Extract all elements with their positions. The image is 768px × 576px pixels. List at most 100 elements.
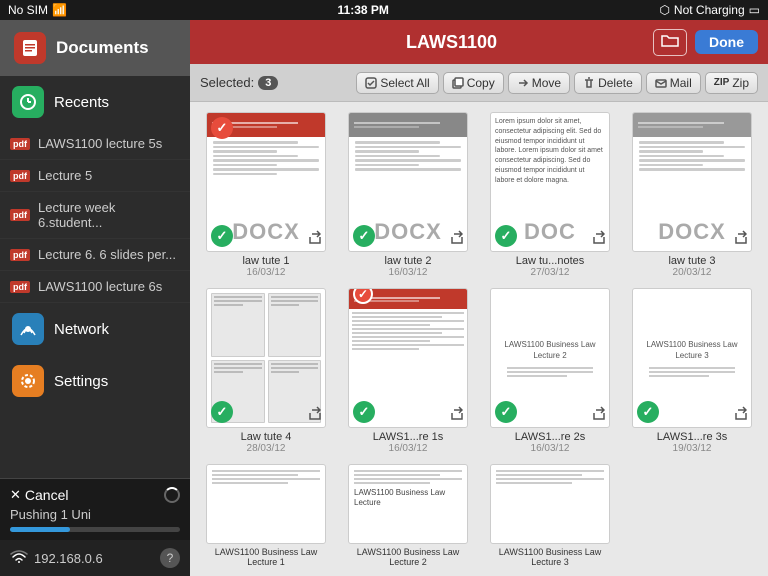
share-icon[interactable]	[307, 230, 321, 247]
file-date: 16/03/12	[247, 267, 286, 278]
list-item[interactable]: ✓ Law tute 4 28/03/12	[200, 288, 332, 454]
ip-address-label: 192.168.0.6	[34, 551, 103, 566]
share-icon[interactable]	[307, 406, 321, 423]
green-check-icon: ✓	[353, 401, 375, 423]
file-thumbnail: DOCX	[632, 112, 752, 252]
thumb-header	[633, 113, 751, 137]
pdf-badge-3: pdf	[10, 209, 30, 221]
pdf-badge-2: pdf	[10, 170, 30, 182]
copy-button[interactable]: Copy	[443, 72, 504, 94]
sidebar-pdf-item-5[interactable]: pdf LAWS1100 lecture 6s	[0, 271, 190, 303]
recents-icon	[12, 86, 44, 118]
file-name: Law tute 4	[241, 431, 292, 443]
list-item[interactable]: Lorem ipsum dolor sit amet, consectetur …	[484, 112, 616, 278]
list-item[interactable]: DOCX ✓ ✓ law tute 1 16/03/12	[200, 112, 332, 278]
sidebar-item-network[interactable]: Network	[0, 303, 190, 355]
share-icon[interactable]	[449, 230, 463, 247]
thumb-content	[633, 137, 751, 209]
title-bar: LAWS1100 Done	[190, 20, 768, 64]
selected-count-label: Selected: 3	[200, 75, 278, 90]
zip-button[interactable]: ZIP Zip	[705, 72, 758, 94]
push-progress-area: ✕ Cancel Pushing 1 Uni	[0, 479, 190, 540]
app-container: Documents Recents pdf LAWS1100 lecture 5…	[0, 20, 768, 576]
pdf-label-4: Lecture 6. 6 slides per...	[38, 247, 176, 262]
share-icon[interactable]	[733, 406, 747, 423]
file-name: law tute 1	[242, 255, 289, 267]
no-sim-label: No SIM	[8, 3, 48, 17]
title-bar-title: LAWS1100	[406, 32, 497, 53]
help-button[interactable]: ?	[160, 548, 180, 568]
sidebar-pdf-item-3[interactable]: pdf Lecture week 6.student...	[0, 192, 190, 239]
cancel-push-button[interactable]: ✕ Cancel	[10, 487, 69, 503]
sidebar-item-recents[interactable]: Recents	[0, 76, 190, 128]
progress-bar-track	[10, 527, 180, 532]
file-date: 16/03/12	[531, 443, 570, 454]
list-item[interactable]: LAWS1100 Business Law Lecture 3	[484, 464, 616, 567]
file-date: 28/03/12	[247, 443, 286, 454]
count-badge: 3	[258, 76, 278, 90]
list-item[interactable]: LAWS1100 Business LawLecture 2 ✓ LAWS1..…	[484, 288, 616, 454]
move-button[interactable]: Move	[508, 72, 570, 94]
file-name: LAWS1...re 3s	[657, 431, 728, 443]
file-date: 19/03/12	[673, 443, 712, 454]
share-icon[interactable]	[449, 406, 463, 423]
pdf-label-2: Lecture 5	[38, 168, 92, 183]
file-date: 16/03/12	[389, 443, 428, 454]
thumb-content	[349, 137, 467, 209]
done-button[interactable]: Done	[695, 30, 758, 54]
file-date: 16/03/12	[389, 267, 428, 278]
file-thumbnail	[490, 464, 610, 544]
sidebar-pdf-item-2[interactable]: pdf Lecture 5	[0, 160, 190, 192]
sidebar-pdf-item-4[interactable]: pdf Lecture 6. 6 slides per...	[0, 239, 190, 271]
file-thumbnail	[206, 464, 326, 544]
mail-button[interactable]: Mail	[646, 72, 701, 94]
pushing-label: Pushing 1 Uni	[10, 507, 180, 522]
file-thumbnail: LAWS1100 Business LawLecture 3 ✓	[632, 288, 752, 428]
sidebar-item-documents[interactable]: Documents	[0, 20, 190, 76]
toolbar: Selected: 3 Select All Copy Move Delete	[190, 64, 768, 102]
pdf-label-3: Lecture week 6.student...	[38, 200, 178, 230]
red-check-icon: ✓	[211, 117, 233, 139]
list-item[interactable]: LAWS1100 Business Law Lecture 1	[200, 464, 332, 567]
status-time: 11:38 PM	[338, 3, 389, 17]
pdf-badge-4: pdf	[10, 249, 30, 261]
list-item[interactable]: LAWS1100 Business LawLecture 3 ✓ LAWS1..…	[626, 288, 758, 454]
sidebar-spacer	[0, 407, 190, 478]
file-thumbnail: ✓	[206, 288, 326, 428]
title-bar-right: Done	[653, 29, 758, 56]
file-thumbnail: LAWS1100 Business Law Lecture	[348, 464, 468, 544]
list-item[interactable]: DOCX ✓ law tute 2 16/03/12	[342, 112, 474, 278]
file-name: law tute 3	[668, 255, 715, 267]
list-item[interactable]: DOCX law tute 3 20/03/12	[626, 112, 758, 278]
main-content: LAWS1100 Done Selected: 3 Select All Cop…	[190, 20, 768, 576]
cancel-x-icon: ✕	[10, 487, 21, 503]
thumb-content	[207, 137, 325, 209]
battery-icon: ▭	[749, 3, 760, 17]
green-check-icon: ✓	[495, 401, 517, 423]
wifi-row: 192.168.0.6 ?	[0, 540, 190, 576]
share-icon[interactable]	[733, 230, 747, 247]
file-name: LAWS1100 Business Law Lecture 2	[342, 547, 474, 567]
progress-bar-fill	[10, 527, 70, 532]
status-bar: No SIM 📶 11:38 PM ⬡ Not Charging ▭	[0, 0, 768, 20]
file-thumbnail: Lorem ipsum dolor sit amet, consectetur …	[490, 112, 610, 252]
settings-label: Settings	[54, 373, 108, 390]
file-thumbnail: DOCX ✓ ✓	[206, 112, 326, 252]
file-thumbnail: LAWS1100 Business LawLecture 2 ✓	[490, 288, 610, 428]
zip-icon-text: ZIP	[714, 77, 730, 88]
delete-button[interactable]: Delete	[574, 72, 642, 94]
thumb-header	[349, 113, 467, 137]
thumb-content: LAWS1100 Business Law Lecture	[349, 465, 467, 543]
file-name: law tute 2	[384, 255, 431, 267]
sidebar-pdf-item-1[interactable]: pdf LAWS1100 lecture 5s	[0, 128, 190, 160]
documents-icon	[14, 32, 46, 64]
folder-button[interactable]	[653, 29, 687, 56]
sidebar-item-settings[interactable]: Settings	[0, 355, 190, 407]
share-icon[interactable]	[591, 406, 605, 423]
list-item[interactable]: LAWS1100 Business Law Lecture LAWS1100 B…	[342, 464, 474, 567]
list-item[interactable]: ✓ ✓ LAWS1...re 1s 16/03/12	[342, 288, 474, 454]
file-name: LAWS1100 Business Law Lecture 3	[484, 547, 616, 567]
pdf-label-5: LAWS1100 lecture 6s	[38, 279, 162, 294]
select-all-button[interactable]: Select All	[356, 72, 438, 94]
share-icon[interactable]	[591, 230, 605, 247]
